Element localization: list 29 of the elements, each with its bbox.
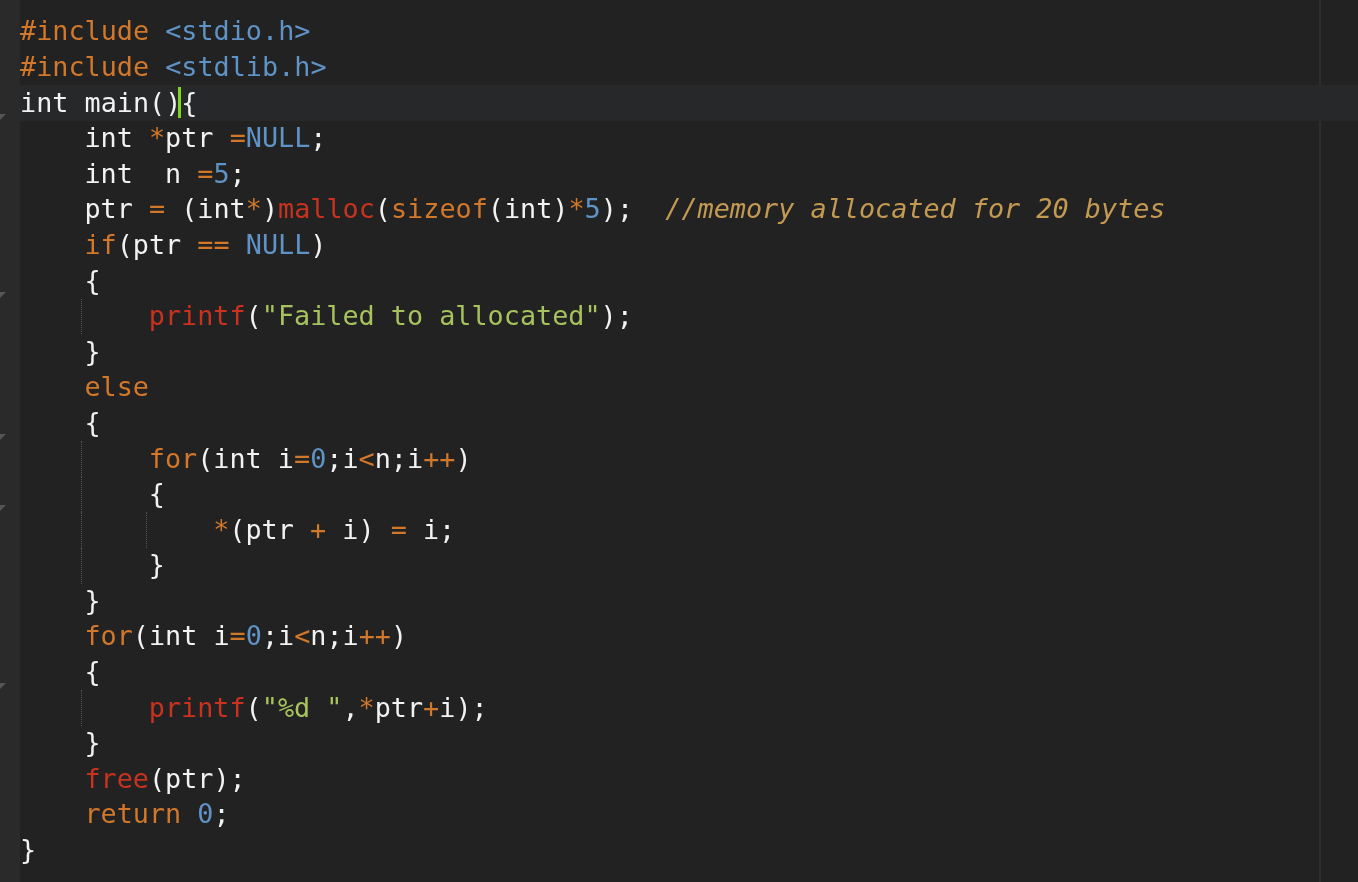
- fold-arrow-icon[interactable]: [0, 434, 6, 441]
- code-line: }: [20, 837, 37, 864]
- code-line: {: [148, 481, 165, 508]
- fold-arrow-icon[interactable]: [0, 291, 6, 298]
- fold-arrow-icon[interactable]: [0, 683, 6, 690]
- code-line: *(ptr + i) = i;: [213, 516, 456, 544]
- code-line: }: [148, 552, 165, 580]
- code-line: int n =5;: [84, 160, 246, 188]
- code-line: }: [84, 587, 101, 615]
- code-line: else: [84, 374, 149, 402]
- fold-arrow-icon[interactable]: [0, 113, 6, 120]
- code-line: #include <stdlib.h>: [20, 54, 327, 81]
- code-line: for(int i=0;i<n;i++): [84, 623, 408, 651]
- code-line: printf("Failed to allocated");: [148, 303, 633, 330]
- code-line: {: [84, 409, 101, 437]
- fold-arrow-icon[interactable]: [0, 505, 6, 512]
- code-line: int main(){: [20, 89, 198, 117]
- code-line: if(ptr == NULL): [84, 231, 327, 259]
- code-line: {: [84, 659, 101, 686]
- code-line: }: [84, 338, 101, 366]
- code-line: ptr = (int*)malloc(sizeof(int)*5); //memory allocated for 20 bytes: [84, 196, 1166, 224]
- code-line: int *ptr =NULL;: [84, 125, 327, 152]
- code-line: }: [84, 730, 101, 758]
- code-line: return 0;: [84, 801, 230, 829]
- code-line: free(ptr);: [84, 765, 246, 793]
- code-line: for(int i=0;i<n;i++): [148, 445, 472, 473]
- code-line: #include <stdio.h>: [20, 18, 311, 46]
- code-line: {: [84, 267, 101, 295]
- code-line: printf("%d ",*ptr+i);: [148, 694, 488, 722]
